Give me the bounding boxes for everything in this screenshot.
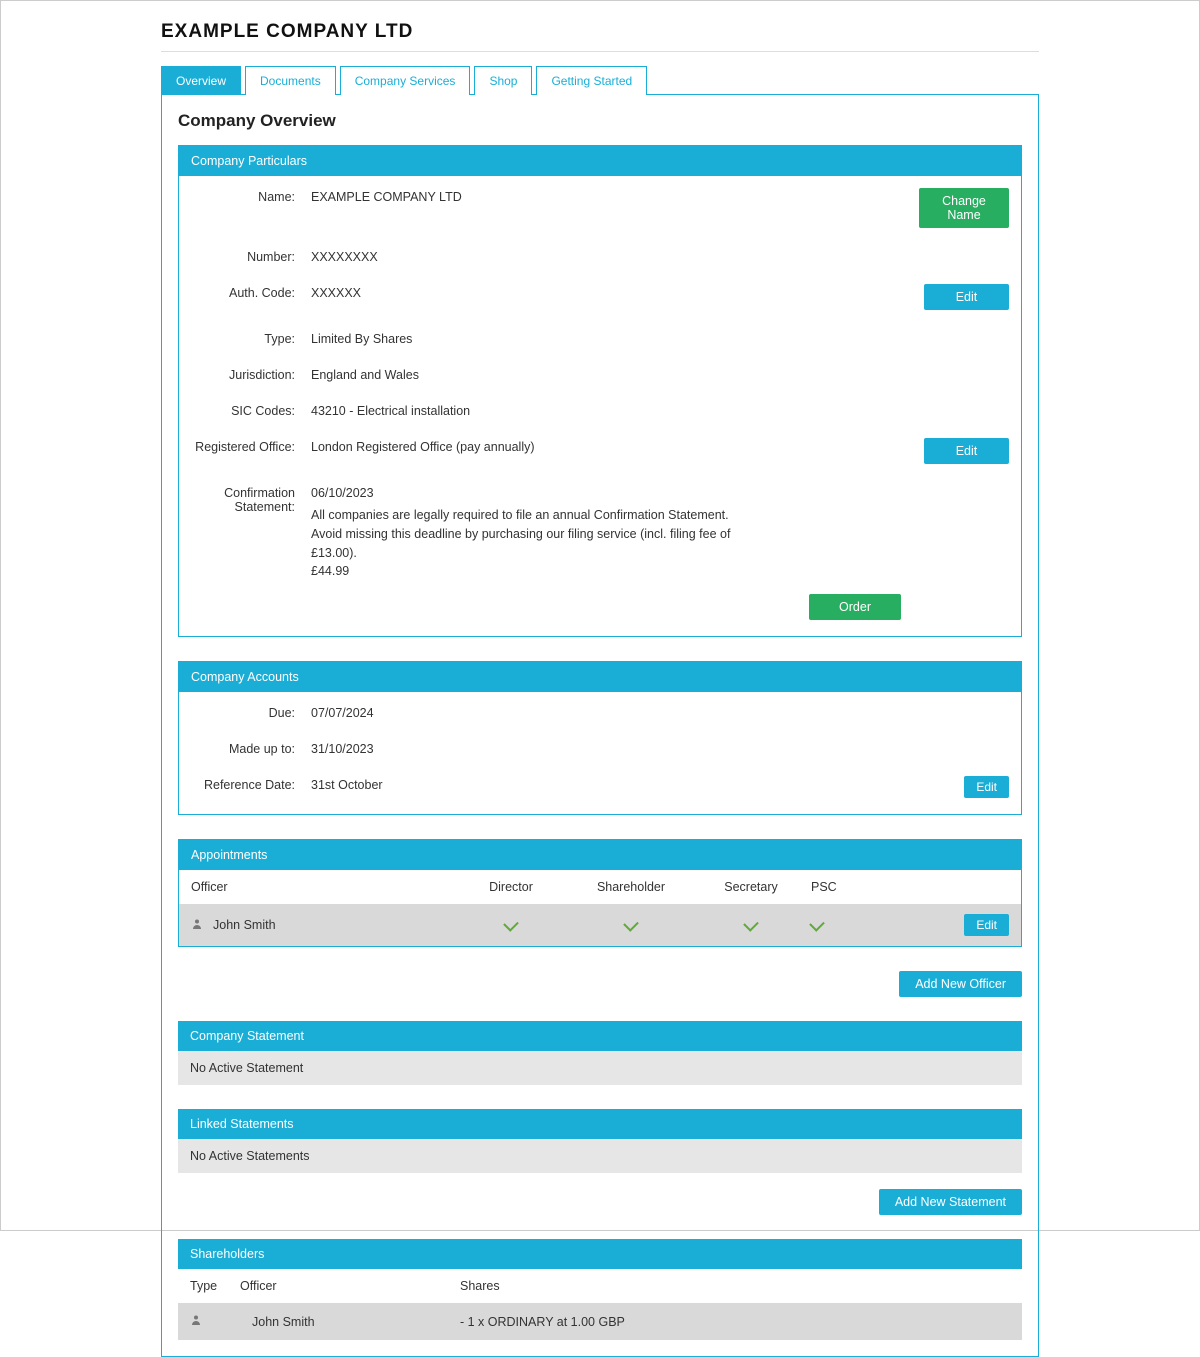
tab-bar: Overview Documents Company Services Shop… [161,66,1039,95]
content-area: Company Overview Company Particulars Nam… [161,94,1039,1357]
col-shareholder: Shareholder [571,880,691,894]
person-icon [191,917,203,934]
tab-shop[interactable]: Shop [474,66,532,95]
order-button[interactable]: Order [809,594,901,620]
col-psc: PSC [811,880,871,894]
label-auth-code: Auth. Code: [191,284,311,300]
panel-particulars-header: Company Particulars [179,146,1021,176]
company-statement-body: No Active Statement [178,1051,1022,1085]
panel-appointments-header: Appointments [179,840,1021,870]
panel-accounts-header: Company Accounts [179,662,1021,692]
change-name-button[interactable]: Change Name [919,188,1009,228]
cs-note: All companies are legally required to fi… [311,506,731,562]
edit-auth-button[interactable]: Edit [924,284,1009,310]
tab-documents[interactable]: Documents [245,66,336,95]
label-sic: SIC Codes: [191,402,311,418]
label-name: Name: [191,188,311,204]
label-jurisdiction: Jurisdiction: [191,366,311,382]
value-due: 07/07/2024 [311,704,919,720]
value-name: EXAMPLE COMPANY LTD [311,188,919,204]
panel-appointments: Appointments Officer Director Shareholde… [178,839,1022,947]
tab-company-services[interactable]: Company Services [340,66,471,95]
shareholder-name: John Smith [240,1315,460,1329]
edit-officer-button[interactable]: Edit [964,914,1009,936]
panel-linked-statements: Linked Statements No Active Statements [178,1109,1022,1173]
title-divider [161,51,1039,52]
label-type: Type: [191,330,311,346]
linked-statements-body: No Active Statements [178,1139,1022,1173]
panel-linked-statements-header: Linked Statements [178,1109,1022,1139]
page-title: Company Overview [178,111,1022,131]
appointments-table-head: Officer Director Shareholder Secretary P… [179,870,1021,904]
label-confirmation-statement: Confirmation Statement: [191,484,311,514]
shareholders-table-head: Type Officer Shares [178,1269,1022,1303]
shareholders-table-row: John Smith - 1 x ORDINARY at 1.00 GBP [178,1303,1022,1340]
sh-col-shares: Shares [460,1279,1010,1293]
value-refdate: 31st October [311,776,919,792]
panel-accounts: Company Accounts Due: 07/07/2024 Made up… [178,661,1022,815]
value-sic: 43210 - Electrical installation [311,402,919,418]
add-officer-button[interactable]: Add New Officer [899,971,1022,997]
edit-registered-office-button[interactable]: Edit [924,438,1009,464]
panel-particulars: Company Particulars Name: EXAMPLE COMPAN… [178,145,1022,637]
officer-name: John Smith [213,918,276,932]
value-auth-code: XXXXXX [311,284,919,300]
label-madeup: Made up to: [191,740,311,756]
panel-shareholders: Shareholders Type Officer Shares John Sm… [178,1239,1022,1340]
person-icon [190,1316,202,1330]
label-number: Number: [191,248,311,264]
label-registered-office: Registered Office: [191,438,311,454]
panel-company-statement-header: Company Statement [178,1021,1022,1051]
value-confirmation-statement: 06/10/2023 All companies are legally req… [311,484,919,578]
appointments-table-row: John Smith Edit [179,904,1021,946]
sh-col-type: Type [190,1279,240,1293]
panel-shareholders-header: Shareholders [178,1239,1022,1269]
check-icon [503,916,519,932]
check-icon [809,916,825,932]
shareholder-shares: - 1 x ORDINARY at 1.00 GBP [460,1315,1010,1329]
label-refdate: Reference Date: [191,776,311,792]
panel-company-statement: Company Statement No Active Statement [178,1021,1022,1085]
edit-accounts-button[interactable]: Edit [964,776,1009,798]
value-registered-office: London Registered Office (pay annually) [311,438,919,454]
col-secretary: Secretary [691,880,811,894]
add-statement-button[interactable]: Add New Statement [879,1189,1022,1215]
value-number: XXXXXXXX [311,248,919,264]
col-director: Director [451,880,571,894]
company-title: EXAMPLE COMPANY LTD [161,21,1039,43]
tab-overview[interactable]: Overview [161,66,241,95]
value-madeup: 31/10/2023 [311,740,919,756]
value-type: Limited By Shares [311,330,919,346]
tab-getting-started[interactable]: Getting Started [536,66,647,95]
check-icon [743,916,759,932]
col-officer: Officer [191,880,451,894]
sh-col-officer: Officer [240,1279,460,1293]
label-due: Due: [191,704,311,720]
check-icon [623,916,639,932]
value-jurisdiction: England and Wales [311,366,919,382]
cs-date: 06/10/2023 [311,486,909,500]
cs-price: £44.99 [311,564,909,578]
